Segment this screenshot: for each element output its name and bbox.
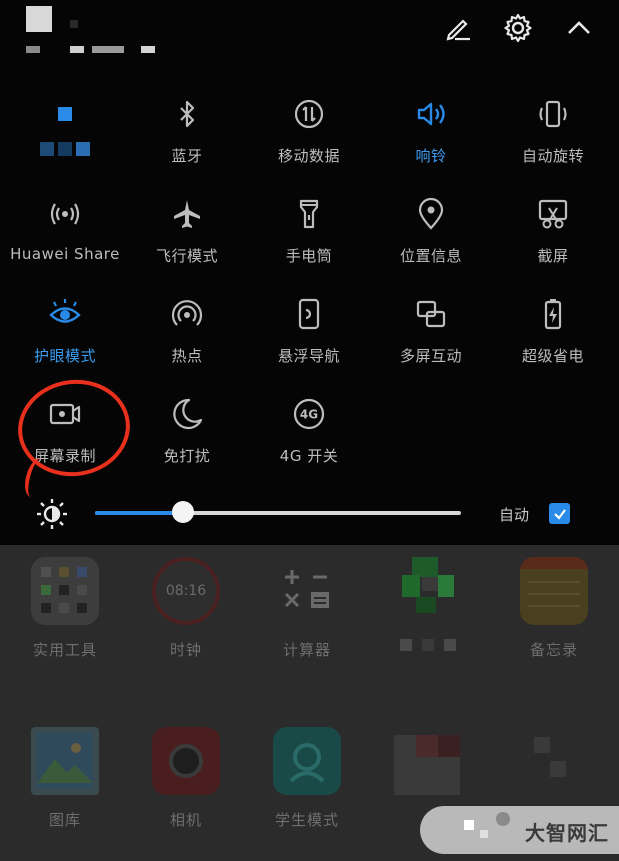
app-tools-folder[interactable]: 实用工具 (10, 557, 120, 660)
app-student-mode[interactable]: 学生模式 (252, 727, 362, 830)
app-mosaic-2[interactable] (373, 727, 483, 809)
auto-brightness-label: 自动 (499, 506, 530, 524)
battery-saver-icon (535, 296, 571, 332)
calculator-icon (273, 557, 341, 625)
screenshot-icon (535, 196, 571, 232)
brightness-slider-fill (95, 511, 183, 515)
notes-icon (520, 557, 588, 625)
tile-floating-nav[interactable]: 悬浮导航 (248, 294, 370, 384)
mosaic-app-label (400, 639, 456, 651)
clock-icon: 08:16 (152, 557, 220, 625)
checkmark-icon (553, 508, 566, 520)
tile-do-not-disturb[interactable]: 免打扰 (126, 394, 248, 484)
multi-screen-icon (413, 296, 449, 332)
tile-label: 响铃 (415, 147, 447, 165)
student-mode-icon (273, 727, 341, 795)
flashlight-icon (291, 196, 327, 232)
edit-icon[interactable] (438, 8, 478, 48)
tile-label: 免打扰 (163, 447, 211, 465)
tile-label: Huawei Share (10, 245, 120, 263)
app-calculator[interactable]: 计算器 (252, 557, 362, 660)
tile-eye-comfort[interactable]: 护眼模式 (4, 294, 126, 384)
tile-label: 移动数据 (277, 147, 340, 165)
tile-screenshot[interactable]: 截屏 (492, 194, 614, 284)
do-not-disturb-icon (169, 396, 205, 432)
app-label: 图库 (48, 811, 81, 829)
tile-4g[interactable]: 4G 4G 开关 (248, 394, 370, 484)
brightness-icon (36, 498, 68, 530)
brightness-slider[interactable] (95, 501, 461, 523)
brightness-slider-thumb[interactable] (171, 501, 194, 523)
tile-label: 热点 (171, 347, 203, 365)
tile-airplane[interactable]: 飞行模式 (126, 194, 248, 284)
4g-icon-text: 4G (300, 408, 318, 422)
tile-label: 截屏 (537, 247, 569, 265)
tile-label: 手电筒 (285, 247, 333, 265)
mosaic-app-icon (394, 557, 462, 625)
app-label: 实用工具 (32, 641, 97, 659)
collapse-chevron-up-icon[interactable] (559, 8, 599, 48)
bluetooth-icon (169, 96, 205, 132)
settings-gear-icon[interactable] (498, 8, 538, 48)
app-mosaic-3[interactable] (499, 727, 609, 809)
eye-comfort-icon (47, 296, 83, 332)
mosaic-icon (47, 96, 83, 132)
app-label: 学生模式 (274, 811, 339, 829)
app-label: 计算器 (282, 641, 331, 659)
tile-mobile-data[interactable]: 移动数据 (248, 94, 370, 184)
app-gallery[interactable]: 图库 (10, 727, 120, 830)
tile-huawei-share[interactable]: Huawei Share (4, 194, 126, 284)
tile-label: 飞行模式 (155, 247, 218, 265)
paw-logo-icon (496, 812, 510, 826)
mosaic-label (40, 142, 90, 156)
app-mosaic-1[interactable] (373, 557, 483, 651)
tile-location[interactable]: 位置信息 (370, 194, 492, 284)
tile-ring[interactable]: 响铃 (370, 94, 492, 184)
camera-icon (152, 727, 220, 795)
location-icon (413, 196, 449, 232)
tile-label: 位置信息 (399, 247, 462, 265)
mobile-data-icon (291, 96, 327, 132)
tile-label: 自动旋转 (521, 147, 584, 165)
app-label: 备忘录 (529, 641, 578, 659)
tile-label: 护眼模式 (33, 347, 96, 365)
app-label: 相机 (169, 811, 202, 829)
ring-icon (413, 96, 449, 132)
tile-label: 超级省电 (521, 347, 584, 365)
tile-label: 悬浮导航 (277, 347, 340, 365)
tile-bluetooth[interactable]: 蓝牙 (126, 94, 248, 184)
tile-multi-screen[interactable]: 多屏互动 (370, 294, 492, 384)
tile-label: 4G 开关 (279, 447, 339, 465)
tile-battery-saver[interactable]: 超级省电 (492, 294, 614, 384)
tile-label: 多屏互动 (399, 347, 462, 365)
app-camera[interactable]: 相机 (131, 727, 241, 830)
clock-time: 08:16 (165, 583, 207, 599)
tile-auto-rotate[interactable]: 自动旋转 (492, 94, 614, 184)
tile-label: 蓝牙 (171, 147, 203, 165)
auto-rotate-icon (535, 96, 571, 132)
app-label: 时钟 (169, 641, 202, 659)
app-clock[interactable]: 08:16 时钟 (131, 557, 241, 660)
tile-mosaic[interactable] (4, 94, 126, 184)
app-notes[interactable]: 备忘录 (499, 557, 609, 660)
gallery-icon (31, 727, 99, 795)
tile-hotspot[interactable]: 热点 (126, 294, 248, 384)
watermark-text: 大智网汇 (525, 821, 609, 845)
airplane-icon (169, 196, 205, 232)
tools-folder-icon (31, 557, 99, 625)
mosaic-app-icon (520, 727, 588, 795)
floating-nav-icon (291, 296, 327, 332)
huawei-share-icon (47, 196, 83, 232)
hotspot-icon (169, 296, 205, 332)
auto-brightness-checkbox[interactable] (549, 503, 570, 524)
4g-icon: 4G (291, 396, 327, 432)
mosaic-app-icon (394, 727, 462, 795)
tile-flashlight[interactable]: 手电筒 (248, 194, 370, 284)
